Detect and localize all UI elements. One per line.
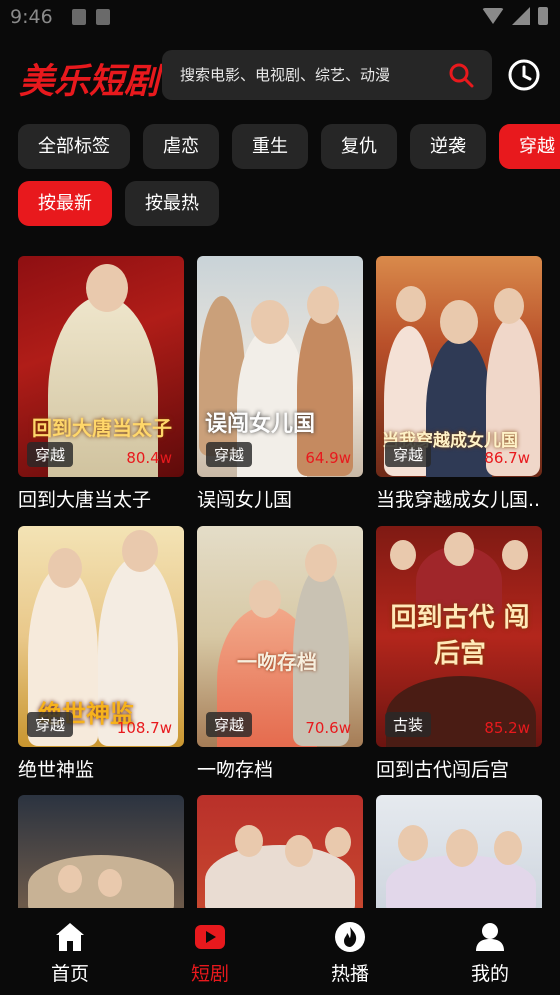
poster-title-art: 一吻存档 bbox=[237, 650, 317, 674]
app-header: 美乐短剧 搜索电影、电视剧、综艺、动漫 bbox=[0, 50, 560, 102]
tag-chip-time-travel[interactable]: 穿越 bbox=[499, 124, 560, 169]
flame-icon bbox=[335, 922, 365, 952]
drama-poster[interactable] bbox=[197, 795, 363, 908]
wifi-icon bbox=[482, 8, 504, 24]
status-notification-icons bbox=[72, 9, 110, 25]
genre-badge: 穿越 bbox=[27, 442, 74, 467]
tab-mine[interactable]: 我的 bbox=[420, 908, 560, 995]
genre-badge: 穿越 bbox=[27, 712, 74, 737]
drama-poster[interactable]: 回到大唐当太子 穿越 80.4w bbox=[18, 256, 184, 477]
drama-card[interactable]: 误闯女儿国 穿越 64.9w 误闯女儿国 bbox=[197, 256, 363, 512]
sort-row: 按最新 按最热 bbox=[18, 181, 219, 226]
tag-chip-rebirth[interactable]: 重生 bbox=[232, 124, 308, 169]
genre-badge: 穿越 bbox=[385, 442, 432, 467]
search-icon[interactable] bbox=[448, 62, 474, 88]
drama-card[interactable]: 绝世神监 穿越 108.7w 绝世神监 bbox=[18, 526, 184, 782]
notification-icon bbox=[96, 9, 110, 25]
drama-title[interactable]: 绝世神监 bbox=[18, 755, 184, 782]
drama-poster[interactable]: 绝世神监 穿越 108.7w bbox=[18, 526, 184, 747]
sort-newest-button[interactable]: 按最新 bbox=[18, 181, 112, 226]
drama-card[interactable] bbox=[18, 795, 184, 908]
battery-icon bbox=[538, 7, 548, 25]
drama-card[interactable]: 回到大唐当太子 穿越 80.4w 回到大唐当太子 bbox=[18, 256, 184, 512]
drama-poster[interactable] bbox=[18, 795, 184, 908]
tab-home[interactable]: 首页 bbox=[0, 908, 140, 995]
view-count: 80.4w bbox=[126, 449, 172, 467]
poster-title-art: 误闯女儿国 bbox=[205, 411, 316, 437]
drama-card[interactable]: 回到古代 闯后宫 古装 85.2w 回到古代闯后宫 bbox=[376, 526, 542, 782]
history-clock-icon[interactable] bbox=[507, 58, 541, 92]
sort-hottest-button[interactable]: 按最热 bbox=[125, 181, 219, 226]
tag-chip-comeback[interactable]: 逆袭 bbox=[410, 124, 486, 169]
status-bar: 9:46 bbox=[0, 0, 560, 36]
drama-poster[interactable]: 一吻存档 穿越 70.6w bbox=[197, 526, 363, 747]
app-logo: 美乐短剧 bbox=[19, 62, 160, 102]
drama-title[interactable]: 一吻存档 bbox=[197, 755, 363, 782]
search-bar[interactable]: 搜索电影、电视剧、综艺、动漫 bbox=[162, 50, 492, 100]
drama-poster[interactable] bbox=[376, 795, 542, 908]
tab-shorts[interactable]: 短剧 bbox=[140, 908, 280, 995]
drama-title[interactable]: 回到大唐当太子 bbox=[18, 485, 184, 512]
genre-badge: 古装 bbox=[385, 712, 432, 737]
poster-title-art: 回到古代 闯后宫 bbox=[390, 603, 530, 669]
home-icon bbox=[56, 923, 84, 951]
drama-card[interactable] bbox=[197, 795, 363, 908]
drama-card[interactable]: 一吻存档 穿越 70.6w 一吻存档 bbox=[197, 526, 363, 782]
drama-title[interactable]: 当我穿越成女儿国... bbox=[376, 485, 542, 512]
tab-label: 首页 bbox=[50, 963, 89, 985]
drama-poster[interactable]: 回到古代 闯后宫 古装 85.2w bbox=[376, 526, 542, 747]
play-icon bbox=[195, 925, 225, 949]
drama-card[interactable] bbox=[376, 795, 542, 908]
tag-chip-all[interactable]: 全部标签 bbox=[18, 124, 130, 169]
drama-poster[interactable]: 误闯女儿国 穿越 64.9w bbox=[197, 256, 363, 477]
genre-badge: 穿越 bbox=[206, 442, 253, 467]
tab-label: 热播 bbox=[330, 963, 369, 985]
view-count: 70.6w bbox=[305, 719, 351, 737]
view-count: 85.2w bbox=[484, 719, 530, 737]
view-count: 64.9w bbox=[305, 449, 351, 467]
drama-poster[interactable]: 当我穿越成女儿国 穿越 86.7w bbox=[376, 256, 542, 477]
tag-chip-romance[interactable]: 虐恋 bbox=[143, 124, 219, 169]
drama-title[interactable]: 误闯女儿国 bbox=[197, 485, 363, 512]
genre-badge: 穿越 bbox=[206, 712, 253, 737]
view-count: 108.7w bbox=[116, 719, 172, 737]
tab-label: 短剧 bbox=[190, 963, 229, 985]
category-tag-row: 全部标签 虐恋 重生 复仇 逆袭 穿越 bbox=[18, 124, 560, 169]
status-time: 9:46 bbox=[10, 6, 53, 28]
user-icon bbox=[476, 923, 504, 951]
signal-icon bbox=[512, 7, 530, 25]
tab-label: 我的 bbox=[470, 963, 509, 985]
status-system-icons bbox=[482, 7, 548, 25]
bottom-tab-bar: 首页 短剧 热播 我的 bbox=[0, 908, 560, 995]
download-icon bbox=[72, 9, 86, 25]
poster-title-art: 回到大唐当太子 bbox=[32, 416, 172, 440]
tab-trending[interactable]: 热播 bbox=[280, 908, 420, 995]
drama-grid: 回到大唐当太子 穿越 80.4w 回到大唐当太子 误闯女儿国 穿越 64.9w … bbox=[18, 256, 542, 908]
drama-card[interactable]: 当我穿越成女儿国 穿越 86.7w 当我穿越成女儿国... bbox=[376, 256, 542, 512]
drama-title[interactable]: 回到古代闯后宫 bbox=[376, 755, 542, 782]
tag-chip-revenge[interactable]: 复仇 bbox=[321, 124, 397, 169]
search-placeholder: 搜索电影、电视剧、综艺、动漫 bbox=[180, 66, 391, 84]
view-count: 86.7w bbox=[484, 449, 530, 467]
